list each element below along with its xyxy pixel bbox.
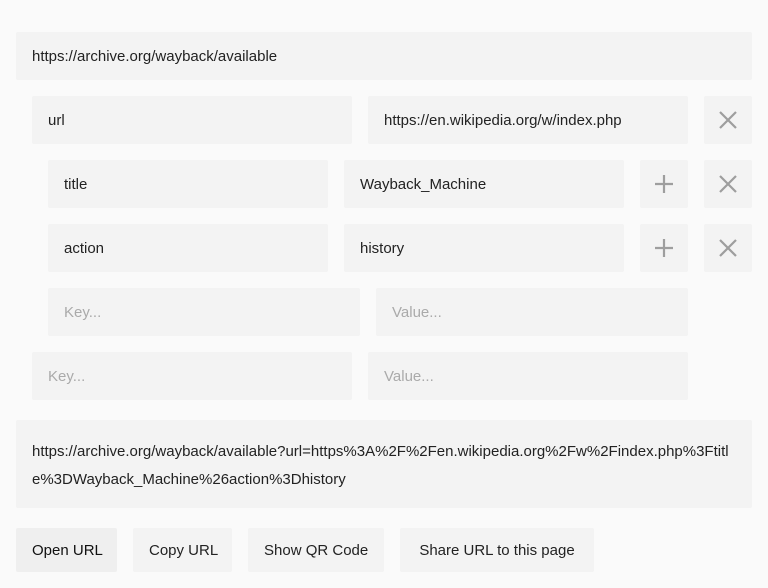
share-url-button[interactable]: Share URL to this page xyxy=(400,528,594,572)
subparam-value-title[interactable] xyxy=(344,160,624,208)
plus-icon xyxy=(655,175,673,193)
remove-subparam-action-button[interactable] xyxy=(704,224,752,272)
remove-subparam-title-button[interactable] xyxy=(704,160,752,208)
copy-url-button[interactable]: Copy URL xyxy=(133,528,232,572)
add-subparam-action-button[interactable] xyxy=(640,224,688,272)
show-qr-code-button[interactable]: Show QR Code xyxy=(248,528,384,572)
new-subparam-key-input[interactable] xyxy=(48,288,360,336)
remove-param-url-button[interactable] xyxy=(704,96,752,144)
generated-url-output[interactable]: https://archive.org/wayback/available?ur… xyxy=(16,420,752,508)
close-icon xyxy=(719,175,737,193)
plus-icon xyxy=(655,239,673,257)
subparam-key-title[interactable] xyxy=(48,160,328,208)
open-url-button[interactable]: Open URL xyxy=(16,528,117,572)
new-param-key-input[interactable] xyxy=(32,352,352,400)
subparam-value-action[interactable] xyxy=(344,224,624,272)
param-value-url[interactable] xyxy=(368,96,688,144)
new-param-value-input[interactable] xyxy=(368,352,688,400)
close-icon xyxy=(719,111,737,129)
param-key-url[interactable] xyxy=(32,96,352,144)
subparam-key-action[interactable] xyxy=(48,224,328,272)
base-url-input[interactable] xyxy=(16,32,752,80)
close-icon xyxy=(719,239,737,257)
new-subparam-value-input[interactable] xyxy=(376,288,688,336)
add-subparam-title-button[interactable] xyxy=(640,160,688,208)
